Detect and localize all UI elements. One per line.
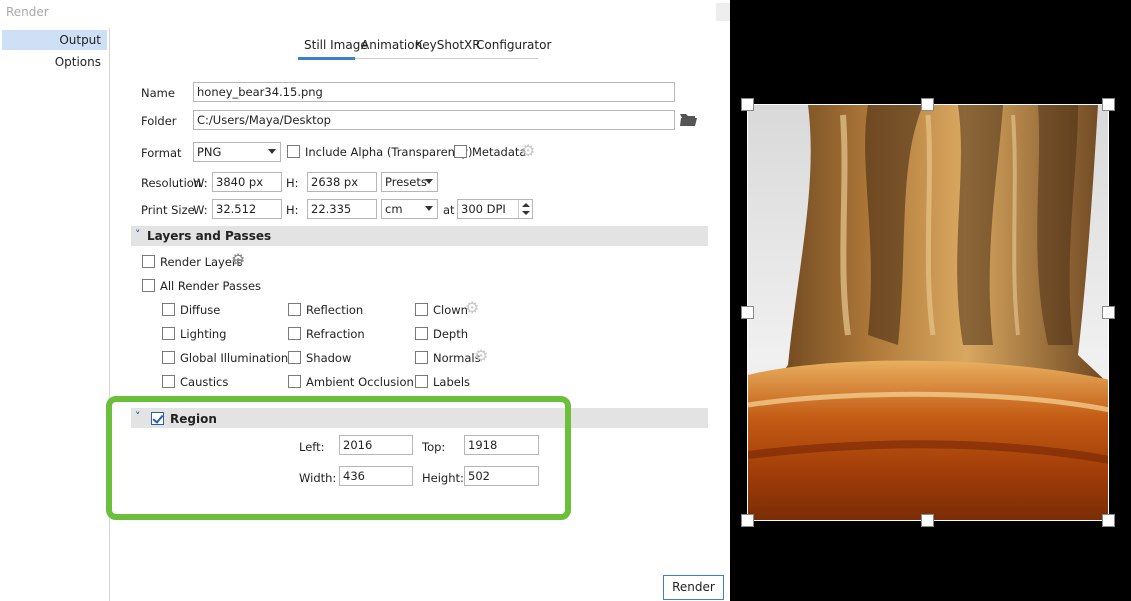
crop-handle-bottom-right[interactable]: [1102, 514, 1115, 527]
print-width-input[interactable]: 32.512: [212, 199, 282, 219]
render-layers-checkbox[interactable]: [142, 255, 155, 268]
format-label: Format: [141, 146, 182, 160]
tab-still-image[interactable]: Still Image: [304, 38, 368, 57]
resolution-width-input[interactable]: 3840 px: [212, 172, 282, 192]
crop-handle-top[interactable]: [921, 98, 934, 111]
all-render-passes-label: All Render Passes: [160, 279, 262, 293]
honey-render-image: [748, 105, 1108, 520]
metadata-settings-gear-icon[interactable]: ⚙: [521, 143, 535, 159]
labels-checkbox[interactable]: [415, 375, 428, 388]
name-label: Name: [141, 86, 175, 100]
normals-checkbox[interactable]: [415, 351, 428, 364]
resolution-height-input[interactable]: 2638 px: [307, 172, 377, 192]
metadata-checkbox[interactable]: [454, 145, 467, 158]
tab-animation[interactable]: Animation: [361, 38, 422, 57]
print-height-input[interactable]: 22.335: [307, 199, 377, 219]
print-size-label: Print Size: [141, 203, 195, 217]
tab-configurator[interactable]: Configurator: [476, 38, 551, 57]
refraction-checkbox[interactable]: [288, 327, 301, 340]
diffuse-label: Diffuse: [180, 303, 221, 317]
metadata-label: Metadata: [472, 145, 527, 159]
layers-passes-header[interactable]: ˅ Layers and Passes: [131, 226, 708, 246]
title-bar: Render: [0, 0, 730, 26]
format-select-value: PNG: [197, 145, 222, 159]
ambient-occlusion-label: Ambient Occlusion: [306, 375, 414, 389]
dpi-stepper[interactable]: 300 DPI: [457, 199, 533, 219]
format-select[interactable]: PNG: [193, 142, 281, 162]
dpi-spin-icon[interactable]: [518, 200, 532, 218]
caustics-label: Caustics: [180, 375, 229, 389]
lighting-label: Lighting: [180, 327, 227, 341]
clown-settings-gear-icon[interactable]: ⚙: [465, 300, 479, 316]
depth-checkbox[interactable]: [415, 327, 428, 340]
normals-settings-gear-icon[interactable]: ⚙: [474, 348, 488, 364]
name-input[interactable]: honey_bear34.15.png: [193, 82, 675, 102]
depth-label: Depth: [433, 327, 469, 341]
dpi-value: 300 DPI: [461, 202, 506, 216]
reflection-checkbox[interactable]: [288, 303, 301, 316]
layers-passes-title: Layers and Passes: [147, 229, 272, 243]
print-unit-value: cm: [385, 202, 403, 216]
lighting-checkbox[interactable]: [162, 327, 175, 340]
shadow-label: Shadow: [306, 351, 352, 365]
render-button[interactable]: Render: [663, 575, 724, 600]
render-layers-settings-gear-icon[interactable]: ⚙: [231, 252, 245, 268]
reflection-label: Reflection: [306, 303, 364, 317]
crop-handle-bottom-left[interactable]: [741, 514, 754, 527]
print-h-label: H:: [286, 203, 299, 217]
resolution-h-label: H:: [286, 176, 299, 190]
presets-select[interactable]: Presets: [381, 172, 438, 192]
include-alpha-label: Include Alpha (Transparency): [305, 145, 473, 159]
refraction-label: Refraction: [306, 327, 365, 341]
resolution-w-label: W:: [193, 176, 208, 190]
presets-select-value: Presets: [385, 175, 427, 189]
shadow-checkbox[interactable]: [288, 351, 301, 364]
region-preview-image[interactable]: [747, 104, 1109, 521]
include-alpha-checkbox[interactable]: [287, 145, 300, 158]
chevron-down-icon: ˅: [135, 228, 141, 241]
crop-handle-bottom[interactable]: [921, 514, 934, 527]
crop-handle-left[interactable]: [741, 306, 754, 319]
labels-label: Labels: [433, 375, 471, 389]
crop-handle-right[interactable]: [1102, 306, 1115, 319]
folder-label: Folder: [141, 114, 177, 128]
crop-handle-top-right[interactable]: [1102, 98, 1115, 111]
region-highlight-box: [106, 396, 571, 520]
tab-keyshotxr[interactable]: KeyShotXR: [415, 38, 481, 57]
active-tab-indicator: [298, 57, 355, 60]
window-close-button[interactable]: [716, 3, 730, 21]
print-w-label: W:: [193, 203, 208, 217]
all-render-passes-checkbox[interactable]: [142, 279, 155, 292]
caustics-checkbox[interactable]: [162, 375, 175, 388]
chevron-down-icon: [268, 149, 276, 154]
diffuse-checkbox[interactable]: [162, 303, 175, 316]
sidebar: Output Options: [0, 28, 110, 601]
sidebar-item-output[interactable]: Output: [2, 30, 107, 50]
render-window: Render Output Options Still Image Animat…: [0, 0, 730, 601]
window-title: Render: [6, 5, 49, 19]
chevron-down-icon: [425, 206, 433, 211]
global-illumination-label: Global Illumination: [180, 351, 289, 365]
clown-label: Clown: [433, 303, 468, 317]
global-illumination-checkbox[interactable]: [162, 351, 175, 364]
sidebar-item-options[interactable]: Options: [2, 52, 107, 72]
at-label: at: [443, 203, 455, 217]
print-unit-select[interactable]: cm: [381, 199, 438, 219]
clown-checkbox[interactable]: [415, 303, 428, 316]
chevron-down-icon: [425, 179, 433, 184]
folder-browse-icon[interactable]: [680, 113, 697, 126]
folder-input[interactable]: C:/Users/Maya/Desktop: [193, 110, 675, 130]
crop-handle-top-left[interactable]: [741, 98, 754, 111]
ambient-occlusion-checkbox[interactable]: [288, 375, 301, 388]
